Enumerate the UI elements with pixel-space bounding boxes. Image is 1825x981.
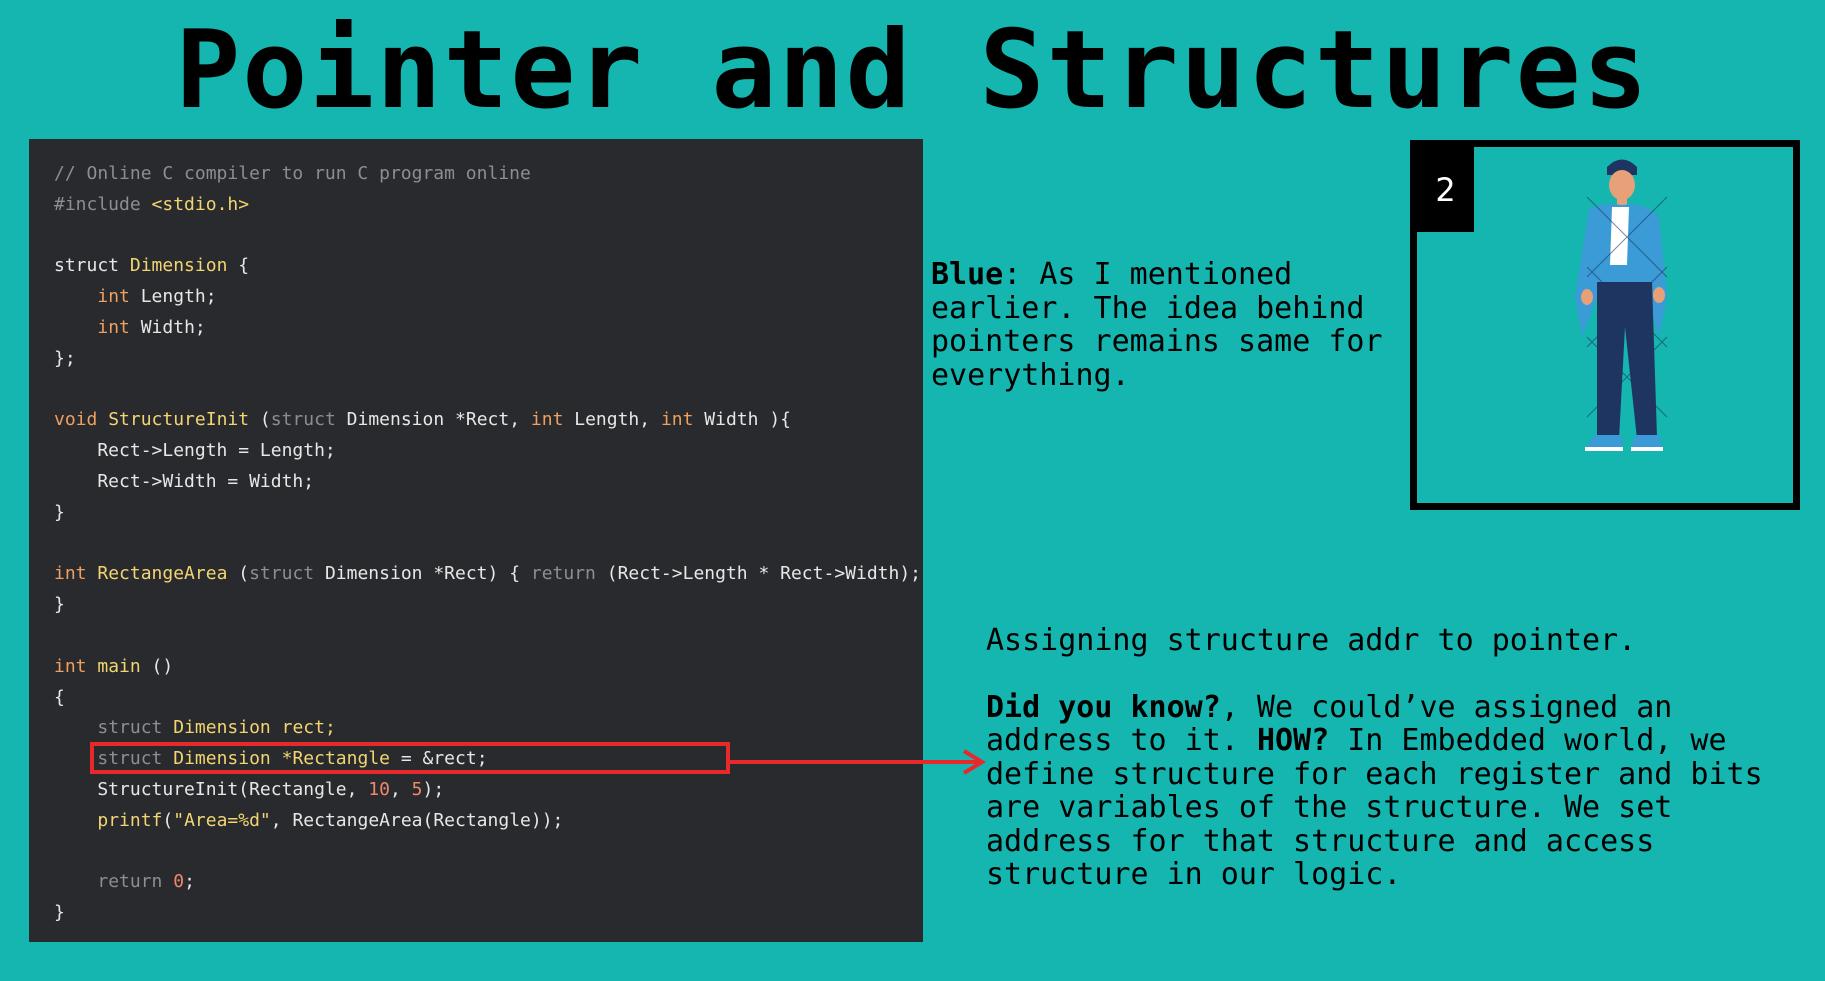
how-label: HOW? — [1256, 723, 1330, 758]
figure-number: 2 — [1417, 147, 1474, 232]
arrow-right-icon — [730, 749, 986, 775]
info-paragraph: Did you know?, We could’ve assigned an a… — [986, 689, 1806, 892]
figure-frame: 2 — [1410, 140, 1800, 510]
code-token: int — [97, 286, 130, 308]
person-illustration-icon — [1575, 159, 1668, 451]
code-token: struct — [54, 255, 120, 277]
code-token: struct — [270, 409, 336, 431]
code-token: StructureInit — [108, 409, 250, 431]
code-token: int — [530, 409, 564, 431]
code-token: "Area=%d" — [173, 809, 271, 831]
code-token: int — [97, 316, 130, 338]
code-token: return — [530, 563, 596, 585]
code-token: Dimension — [129, 255, 228, 277]
code-token: int — [54, 655, 87, 677]
info-line-1: Assigning structure addr to pointer. — [986, 623, 1637, 658]
code-token: struct — [97, 717, 163, 739]
code-token: rect; — [281, 717, 336, 739]
code-token: return — [97, 871, 163, 893]
code-token: void — [54, 409, 98, 431]
info-text: Assigning structure addr to pointer. Did… — [986, 624, 1806, 892]
code-token: 5 — [411, 778, 423, 800]
code-include-file: <stdio.h> — [151, 193, 250, 215]
code-token: main — [97, 655, 141, 677]
page-title: Pointer and Structures — [175, 8, 1650, 133]
code-token: 10 — [368, 778, 390, 800]
code-comment: // Online C compiler to run C program on… — [54, 163, 531, 184]
code-token: Width; — [140, 316, 206, 338]
code-token: Dimension — [173, 717, 271, 739]
code-block: // Online C compiler to run C program on… — [54, 163, 922, 924]
did-you-know-label: Did you know? — [986, 689, 1221, 725]
code-token: RectangeArea — [97, 563, 228, 585]
code-token: int — [54, 563, 87, 585]
code-token: 0 — [173, 871, 185, 893]
code-token: int — [660, 409, 694, 431]
speaker-name: Blue — [931, 257, 1004, 292]
code-token: struct — [249, 563, 315, 585]
blue-dialogue: Blue: As I mentioned earlier. The idea b… — [931, 258, 1411, 392]
code-include: #include — [54, 193, 141, 215]
code-token: Length; — [140, 286, 217, 308]
highlight-box — [90, 742, 730, 774]
code-editor-panel: // Online C compiler to run C program on… — [29, 139, 923, 942]
